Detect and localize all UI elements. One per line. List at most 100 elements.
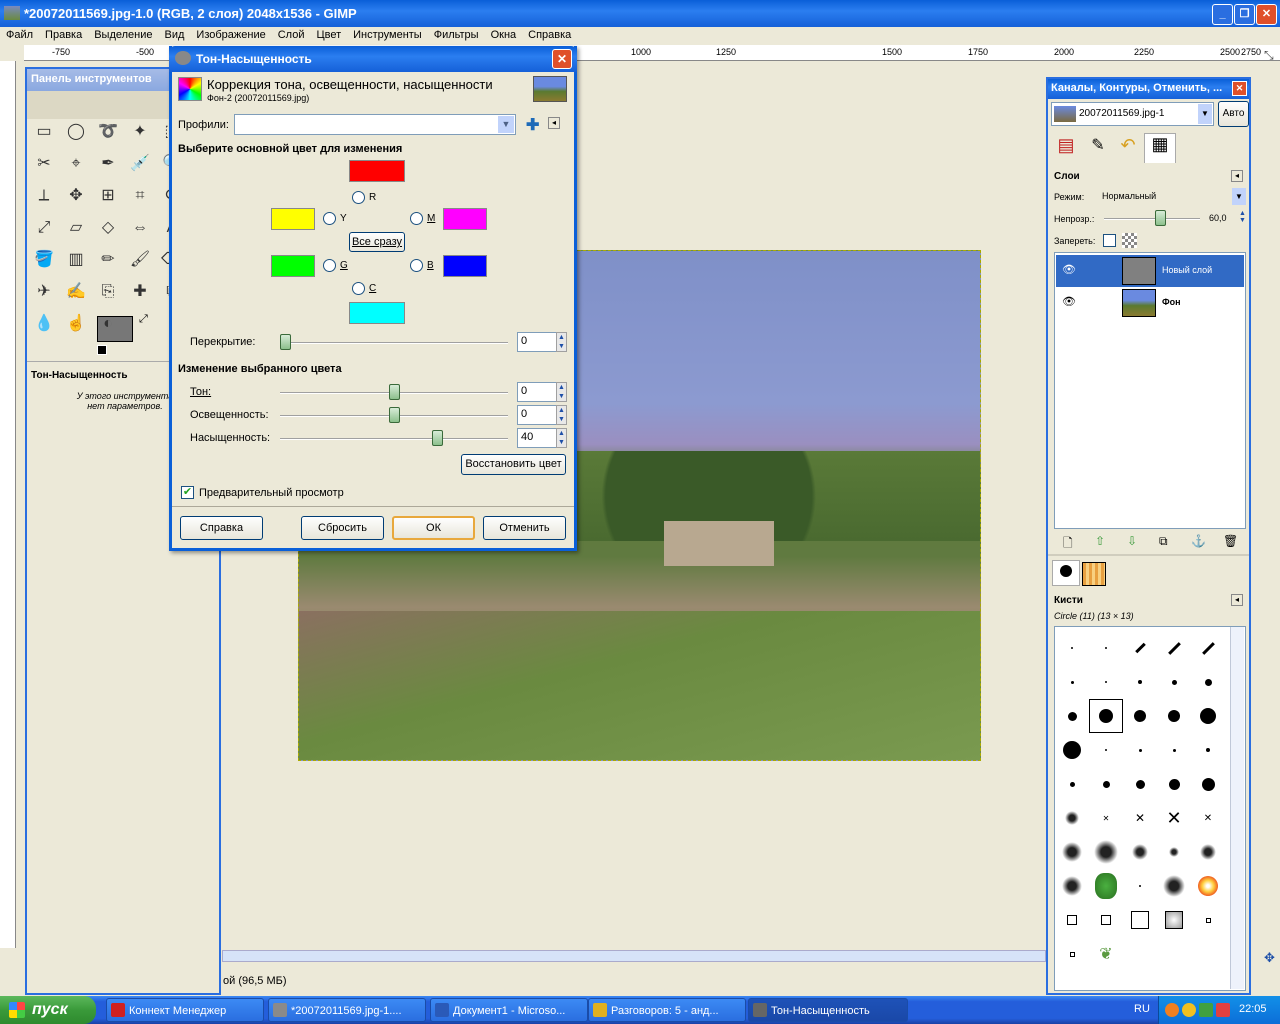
reset-button[interactable]: Сбросить xyxy=(301,516,384,540)
brush-item[interactable] xyxy=(1055,835,1089,869)
help-button[interactable]: Справка xyxy=(180,516,263,540)
ellipse-select-icon[interactable]: ◯ xyxy=(65,121,87,143)
taskbar-button[interactable]: Документ1 - Microso... xyxy=(430,998,588,1022)
opacity-spin-button[interactable]: ▲ ▼ xyxy=(1239,210,1246,224)
brush-item[interactable] xyxy=(1123,869,1157,903)
radio-b[interactable] xyxy=(410,259,423,272)
brush-item[interactable] xyxy=(1089,699,1123,733)
clone-icon[interactable]: ⎘ xyxy=(97,281,119,303)
default-colors-icon[interactable] xyxy=(97,345,107,355)
close-button[interactable]: ✕ xyxy=(1256,4,1277,25)
brush-item[interactable] xyxy=(1191,699,1225,733)
all-colors-button[interactable]: Все сразу xyxy=(349,232,405,252)
paths-tab[interactable]: ✎ xyxy=(1084,135,1112,161)
radio-c[interactable] xyxy=(352,282,365,295)
taskbar-button[interactable]: *20072011569.jpg-1.... xyxy=(268,998,426,1022)
mode-combo[interactable]: Нормальный ▼ xyxy=(1098,188,1246,206)
menu-item[interactable]: Вид xyxy=(165,29,185,41)
language-indicator[interactable]: RU xyxy=(1134,1003,1150,1015)
brush-item[interactable] xyxy=(1123,665,1157,699)
lower-layer-icon[interactable]: ⇩ xyxy=(1127,534,1137,548)
brush-item[interactable] xyxy=(1123,733,1157,767)
taskbar-button[interactable]: Коннект Менеджер xyxy=(106,998,264,1022)
brush-item[interactable] xyxy=(1123,631,1157,665)
align-icon[interactable]: ⊞ xyxy=(97,185,119,207)
duplicate-layer-icon[interactable]: ⧉ xyxy=(1159,534,1168,549)
menu-item[interactable]: Цвет xyxy=(316,29,341,41)
dialog-close-button[interactable]: ✕ xyxy=(552,49,572,69)
brush-item[interactable]: ❦ xyxy=(1089,937,1123,971)
tray-app-icon[interactable] xyxy=(1165,1003,1179,1017)
measure-icon[interactable]: ⟂ xyxy=(33,185,55,207)
menu-item[interactable]: Справка xyxy=(528,29,571,41)
blend-icon[interactable]: ▥ xyxy=(65,249,87,271)
minimize-button[interactable]: _ xyxy=(1212,4,1233,25)
brush-item[interactable] xyxy=(1123,835,1157,869)
undo-tab[interactable]: ↶ xyxy=(1114,135,1142,161)
paths-icon[interactable]: ✒ xyxy=(97,153,119,175)
layer-row[interactable]: 👁 Фон xyxy=(1056,287,1244,319)
green-swatch[interactable] xyxy=(271,255,315,277)
navigate-icon[interactable]: ✥ xyxy=(1264,950,1275,966)
airbrush-icon[interactable]: ✈ xyxy=(33,281,55,303)
brush-item[interactable] xyxy=(1089,869,1123,903)
pencil-icon[interactable]: ✏ xyxy=(97,249,119,271)
menu-item[interactable]: Инструменты xyxy=(353,29,422,41)
opacity-slider[interactable] xyxy=(1155,210,1166,226)
brush-item[interactable] xyxy=(1089,767,1123,801)
brush-item[interactable] xyxy=(1055,699,1089,733)
radio-r[interactable] xyxy=(352,191,365,204)
rect-select-icon[interactable]: ▭ xyxy=(33,121,55,143)
brush-item[interactable] xyxy=(1055,903,1089,937)
brush-icon[interactable]: 🖌 xyxy=(129,249,151,271)
brush-item[interactable] xyxy=(1191,835,1225,869)
brush-item[interactable] xyxy=(1055,869,1089,903)
hue-slider[interactable] xyxy=(388,384,400,400)
brush-item[interactable] xyxy=(1191,631,1225,665)
lock-pixels-checkbox[interactable] xyxy=(1103,234,1116,247)
lasso-icon[interactable]: ➰ xyxy=(97,121,119,143)
dodge-burn-icon[interactable]: ◐ xyxy=(97,313,119,335)
auto-button[interactable]: Авто xyxy=(1218,101,1249,127)
tray-security-icon[interactable] xyxy=(1199,1003,1213,1017)
saturation-slider[interactable] xyxy=(431,430,443,446)
zoom-fit-icon[interactable]: ⤡ xyxy=(1264,48,1274,63)
tray-ie-icon[interactable] xyxy=(1182,1003,1196,1017)
brush-item[interactable]: ✕ xyxy=(1157,801,1191,835)
brush-item[interactable] xyxy=(1055,665,1089,699)
scissors-icon[interactable]: ✂ xyxy=(33,153,55,175)
radio-y[interactable] xyxy=(323,212,336,225)
brush-item[interactable] xyxy=(1123,699,1157,733)
raise-layer-icon[interactable]: ⇧ xyxy=(1095,534,1105,548)
profiles-combo[interactable]: ▼ xyxy=(234,114,516,135)
color-picker-icon[interactable]: 💉 xyxy=(129,153,151,175)
bucket-fill-icon[interactable]: 🪣 xyxy=(33,249,55,271)
saturation-spin-button[interactable]: ▲ ▼ xyxy=(556,428,567,448)
menu-item[interactable]: Выделение xyxy=(94,29,152,41)
flip-icon[interactable]: ⇔ xyxy=(129,217,151,239)
lock-alpha-icon[interactable] xyxy=(1122,233,1137,248)
brush-item[interactable] xyxy=(1123,767,1157,801)
brush-item[interactable]: ✕ xyxy=(1089,801,1123,835)
perspective-icon[interactable]: ◇ xyxy=(97,217,119,239)
delete-layer-icon[interactable]: 🗑 xyxy=(1223,534,1238,548)
add-profile-icon[interactable]: ✚ xyxy=(526,115,539,135)
lightness-slider[interactable] xyxy=(388,407,400,423)
brush-item[interactable] xyxy=(1055,733,1089,767)
shear-icon[interactable]: ▱ xyxy=(65,217,87,239)
layers-tab[interactable]: ▦ xyxy=(1144,133,1176,163)
patterns-tab[interactable] xyxy=(1082,562,1106,586)
brush-item[interactable] xyxy=(1157,665,1191,699)
brush-item[interactable] xyxy=(1089,733,1123,767)
menu-item[interactable]: Окна xyxy=(491,29,517,41)
blur-icon[interactable]: 💧 xyxy=(33,313,55,335)
foreground-select-icon[interactable]: ⌖ xyxy=(65,153,87,175)
menu-item[interactable]: Слой xyxy=(278,29,305,41)
new-layer-icon[interactable]: 🗋 xyxy=(1063,534,1073,555)
magenta-swatch[interactable] xyxy=(443,208,487,230)
tray-chat-icon[interactable] xyxy=(1216,1003,1230,1017)
brush-item[interactable] xyxy=(1157,903,1191,937)
chevron-down-icon[interactable]: ▼ xyxy=(498,116,514,133)
visibility-eye-icon[interactable]: 👁 xyxy=(1062,263,1076,276)
brush-item[interactable] xyxy=(1089,903,1123,937)
